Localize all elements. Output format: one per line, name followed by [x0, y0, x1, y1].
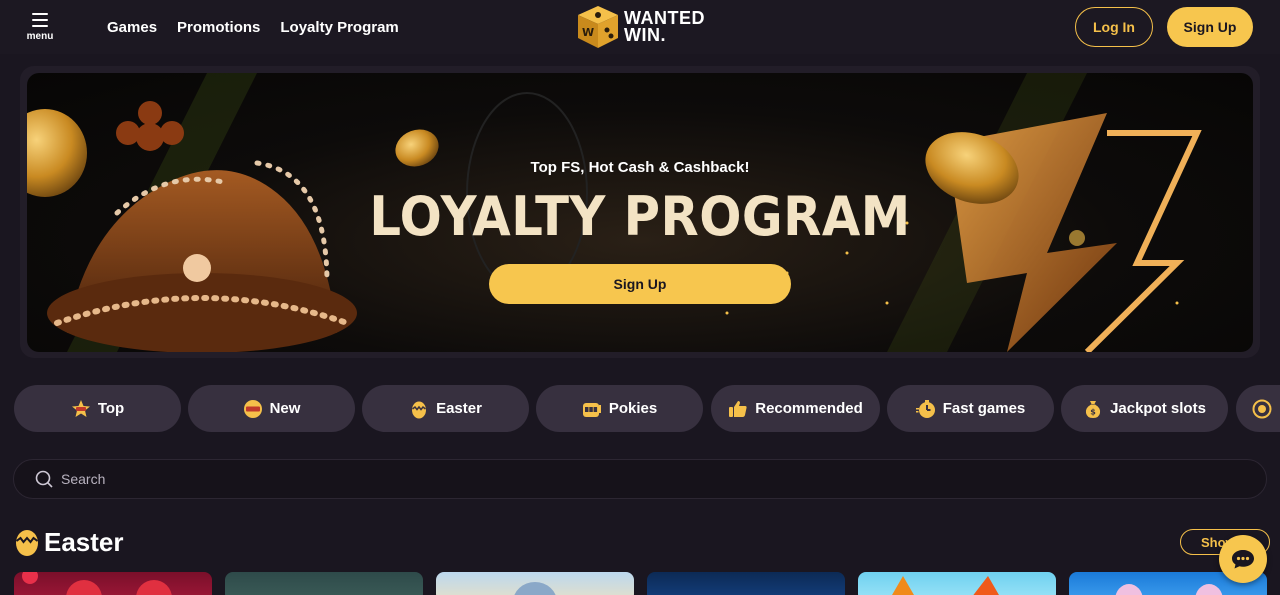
svg-text:W: W: [582, 26, 594, 39]
live-chat-button[interactable]: [1219, 535, 1267, 583]
thumbs-up-icon: [728, 399, 748, 419]
category-new[interactable]: New: [188, 385, 355, 432]
category-recommended[interactable]: Recommended: [711, 385, 880, 432]
category-label: Fast games: [942, 400, 1026, 417]
category-jackpot-slots[interactable]: $ Jackpot slots: [1061, 385, 1228, 432]
top-header: menu Games Promotions Loyalty Program W …: [0, 0, 1280, 54]
top-badge-icon: [71, 399, 91, 419]
banner-signup-button[interactable]: Sign Up: [489, 264, 791, 304]
search-icon: [35, 470, 53, 488]
dice-logo-icon: W: [578, 6, 618, 48]
game-tile[interactable]: [858, 572, 1056, 595]
game-tile[interactable]: [14, 572, 212, 595]
svg-text:$: $: [1090, 407, 1096, 416]
menu-button[interactable]: menu: [22, 10, 58, 44]
login-button[interactable]: Log In: [1075, 7, 1153, 47]
category-label: Easter: [436, 400, 482, 417]
game-thumbnail: [892, 576, 999, 595]
game-thumbnail: [22, 572, 172, 595]
slot-machine-icon: [582, 399, 602, 419]
category-label: Top: [97, 400, 125, 417]
category-label: Pokies: [608, 400, 658, 417]
search-bar[interactable]: [13, 459, 1267, 499]
category-label: Jackpot slots: [1110, 400, 1206, 417]
money-bag-icon: $: [1083, 399, 1103, 419]
category-top[interactable]: Top: [14, 385, 181, 432]
crypto-coin-icon: [1252, 399, 1272, 419]
loyalty-banner[interactable]: Top FS, Hot Cash & Cashback! LOYALTY PRO…: [27, 73, 1253, 352]
game-tile[interactable]: [436, 572, 634, 595]
nav-games[interactable]: Games: [107, 19, 157, 36]
section-header-easter: Easter: [14, 526, 124, 558]
banner-subtitle: Top FS, Hot Cash & Cashback!: [530, 159, 750, 176]
signup-button[interactable]: Sign Up: [1167, 7, 1253, 47]
category-bar: Top New Easter Pokies Recommended Fast g…: [14, 385, 1280, 432]
hamburger-icon: [32, 13, 48, 27]
banner-title: LOYALTY PROGRAM: [369, 185, 911, 248]
easter-egg-icon: [15, 530, 39, 556]
logo-line-2: WIN.: [624, 25, 666, 45]
game-thumbnail: [514, 582, 556, 595]
category-fast-games[interactable]: Fast games: [887, 385, 1054, 432]
nav-promotions[interactable]: Promotions: [177, 19, 260, 36]
category-pokies[interactable]: Pokies: [536, 385, 703, 432]
chat-bubble-icon: [1232, 550, 1254, 569]
main-nav: Games Promotions Loyalty Program: [107, 0, 399, 54]
logo-text: WANTED WIN.: [624, 9, 705, 45]
section-title: Easter: [44, 526, 124, 557]
stopwatch-icon: [915, 399, 936, 419]
easter-egg-icon: [409, 399, 429, 419]
nav-loyalty-program[interactable]: Loyalty Program: [280, 19, 398, 36]
new-badge-icon: [243, 399, 263, 419]
site-logo[interactable]: W WANTED WIN.: [576, 3, 705, 51]
category-easter[interactable]: Easter: [362, 385, 529, 432]
game-tile[interactable]: [225, 572, 423, 595]
menu-label: menu: [26, 31, 54, 42]
category-more[interactable]: [1236, 385, 1280, 432]
game-tile[interactable]: [647, 572, 845, 595]
category-label: Recommended: [755, 400, 863, 417]
category-label: New: [269, 400, 301, 417]
search-input[interactable]: [61, 471, 1211, 487]
